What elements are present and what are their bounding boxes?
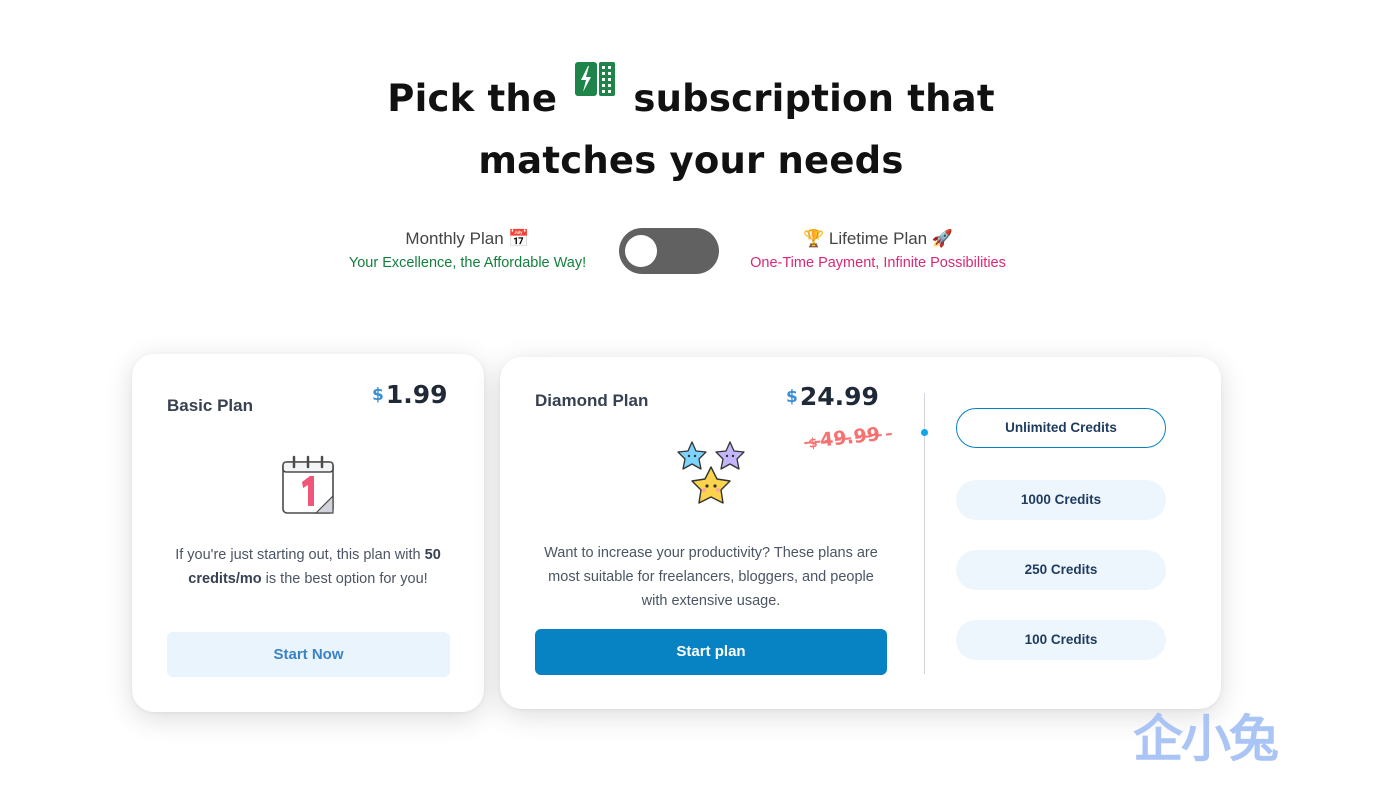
description-text: is the best option for you!	[265, 571, 428, 587]
heading-text-after: subscription that	[633, 77, 995, 120]
lifetime-plan-label: 🏆 Lifetime Plan 🚀	[802, 229, 954, 248]
currency-symbol: $	[786, 387, 798, 407]
selection-indicator-dot	[921, 429, 928, 436]
price-amount: 1.99	[385, 380, 448, 409]
page-heading: Pick the subscription that matches your …	[0, 58, 1382, 192]
billing-toggle-row: Monthly Plan 📅 Your Excellence, the Affo…	[0, 226, 1382, 286]
original-price-strikethrough: $49.99	[807, 423, 881, 452]
diamond-plan-card: Diamond Plan $24.99 $49.99 Want to incre…	[500, 357, 1221, 709]
calendar-day-1-icon	[280, 454, 336, 516]
heading-line-2: matches your needs	[478, 139, 904, 182]
monthly-plan-option[interactable]: Monthly Plan 📅 Your Excellence, the Affo…	[330, 226, 605, 274]
three-stars-icon	[672, 439, 752, 515]
billing-period-switch[interactable]	[619, 228, 719, 274]
basic-plan-title: Basic Plan	[167, 396, 253, 415]
description-text: If you're just starting out, this plan w…	[175, 547, 421, 563]
currency-symbol: $	[372, 385, 384, 405]
watermark-logo: 企小兔	[1133, 710, 1279, 768]
price-amount: 24.99	[799, 382, 879, 411]
basic-plan-description: If you're just starting out, this plan w…	[162, 543, 454, 591]
old-currency-symbol: $	[807, 435, 819, 452]
credit-option-100[interactable]: 100 Credits	[956, 620, 1166, 660]
credit-option-unlimited[interactable]: Unlimited Credits	[956, 408, 1166, 448]
switch-knob	[625, 235, 657, 267]
diamond-plan-price: $24.99	[786, 382, 879, 411]
monthly-plan-tagline: Your Excellence, the Affordable Way!	[348, 255, 587, 271]
start-now-button[interactable]: Start Now	[167, 632, 450, 677]
diamond-plan-description: Want to increase your productivity? Thes…	[544, 545, 878, 609]
monthly-plan-label: Monthly Plan 📅	[405, 229, 530, 248]
lifetime-plan-tagline: One-Time Payment, Infinite Possibilities	[750, 255, 1006, 271]
basic-plan-price: $1.99	[372, 380, 448, 409]
diamond-plan-title: Diamond Plan	[535, 391, 649, 410]
credit-option-250[interactable]: 250 Credits	[956, 550, 1166, 590]
old-price-amount: 49.99	[819, 423, 882, 452]
start-plan-button[interactable]: Start plan	[535, 629, 887, 675]
heading-line-1: Pick the subscription that	[0, 58, 1382, 130]
heading-text-before: Pick the	[387, 77, 558, 120]
credit-option-1000[interactable]: 1000 Credits	[956, 480, 1166, 520]
spreadsheet-lightning-icon	[574, 58, 616, 100]
lifetime-plan-option[interactable]: 🏆 Lifetime Plan 🚀 One-Time Payment, Infi…	[730, 226, 1026, 274]
basic-plan-card: Basic Plan $1.99 If you're just starting…	[132, 354, 484, 712]
